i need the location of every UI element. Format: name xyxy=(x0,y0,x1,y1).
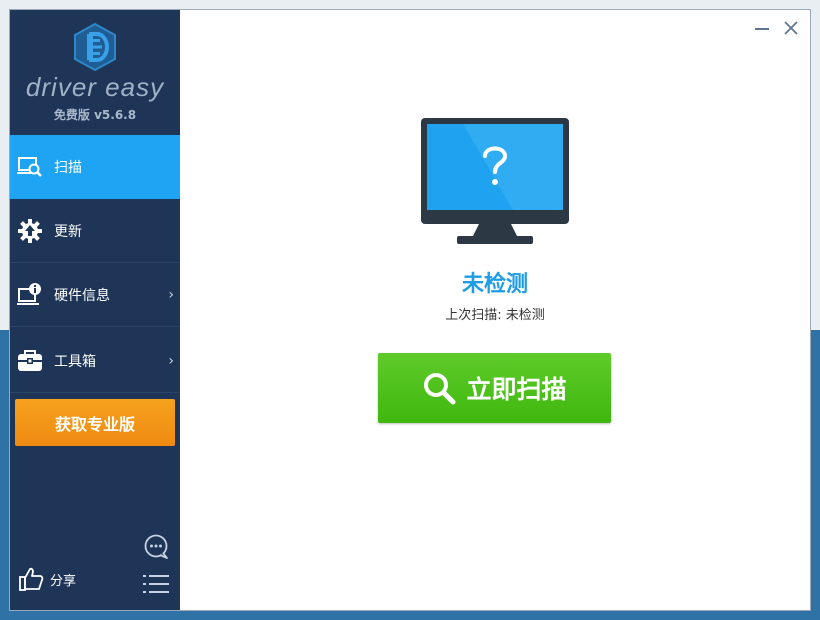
thumbs-up-icon xyxy=(19,567,44,591)
monitor-question-icon xyxy=(421,118,569,244)
close-icon xyxy=(784,21,798,35)
scan-computer-icon xyxy=(16,153,44,181)
app-version: 免费版 v5.6.8 xyxy=(53,108,137,122)
app-logo: driver easy 免费版 v5.6.8 xyxy=(10,10,180,135)
share-label: 分享 xyxy=(50,573,77,589)
scan-status-title: 未检测 xyxy=(461,272,528,297)
sidebar-item-update[interactable]: 更新 xyxy=(10,199,180,263)
app-name: driver easy xyxy=(25,72,165,102)
scan-now-label: 立即扫描 xyxy=(466,375,567,404)
hardware-info-icon xyxy=(16,281,44,309)
sidebar-item-label: 工具箱 xyxy=(54,353,96,370)
close-button[interactable] xyxy=(781,18,801,38)
menu-button[interactable] xyxy=(143,573,169,599)
scan-now-button[interactable]: 立即扫描 xyxy=(378,353,611,423)
sidebar-item-label: 更新 xyxy=(54,223,82,240)
minimize-icon xyxy=(755,28,769,30)
sidebar: driver easy 免费版 v5.6.8 扫描 更新 硬件信息 › 工具箱 … xyxy=(10,10,180,610)
minimize-button[interactable] xyxy=(752,18,772,38)
sidebar-item-toolbox[interactable]: 工具箱 › xyxy=(10,329,180,393)
search-icon xyxy=(422,371,456,405)
sidebar-item-label: 扫描 xyxy=(54,160,82,176)
chevron-right-icon: › xyxy=(168,286,174,303)
share-button[interactable]: 分享 xyxy=(18,566,76,592)
sidebar-item-label: 硬件信息 xyxy=(54,287,110,304)
list-menu-icon xyxy=(143,575,169,593)
chat-bubble-icon xyxy=(144,534,168,559)
app-window: driver easy 免费版 v5.6.8 扫描 更新 硬件信息 › 工具箱 … xyxy=(10,10,810,610)
driver-easy-logo-icon xyxy=(74,22,116,72)
gear-update-icon xyxy=(16,217,44,245)
sidebar-item-hardware-info[interactable]: 硬件信息 › xyxy=(10,263,180,327)
last-scan-info: 上次扫描: 未检测 xyxy=(445,308,545,323)
toolbox-icon xyxy=(16,347,44,375)
get-pro-button[interactable]: 获取专业版 xyxy=(15,399,175,446)
chat-button[interactable] xyxy=(143,534,169,564)
chevron-right-icon: › xyxy=(168,352,174,369)
sidebar-item-scan[interactable]: 扫描 xyxy=(10,135,180,199)
